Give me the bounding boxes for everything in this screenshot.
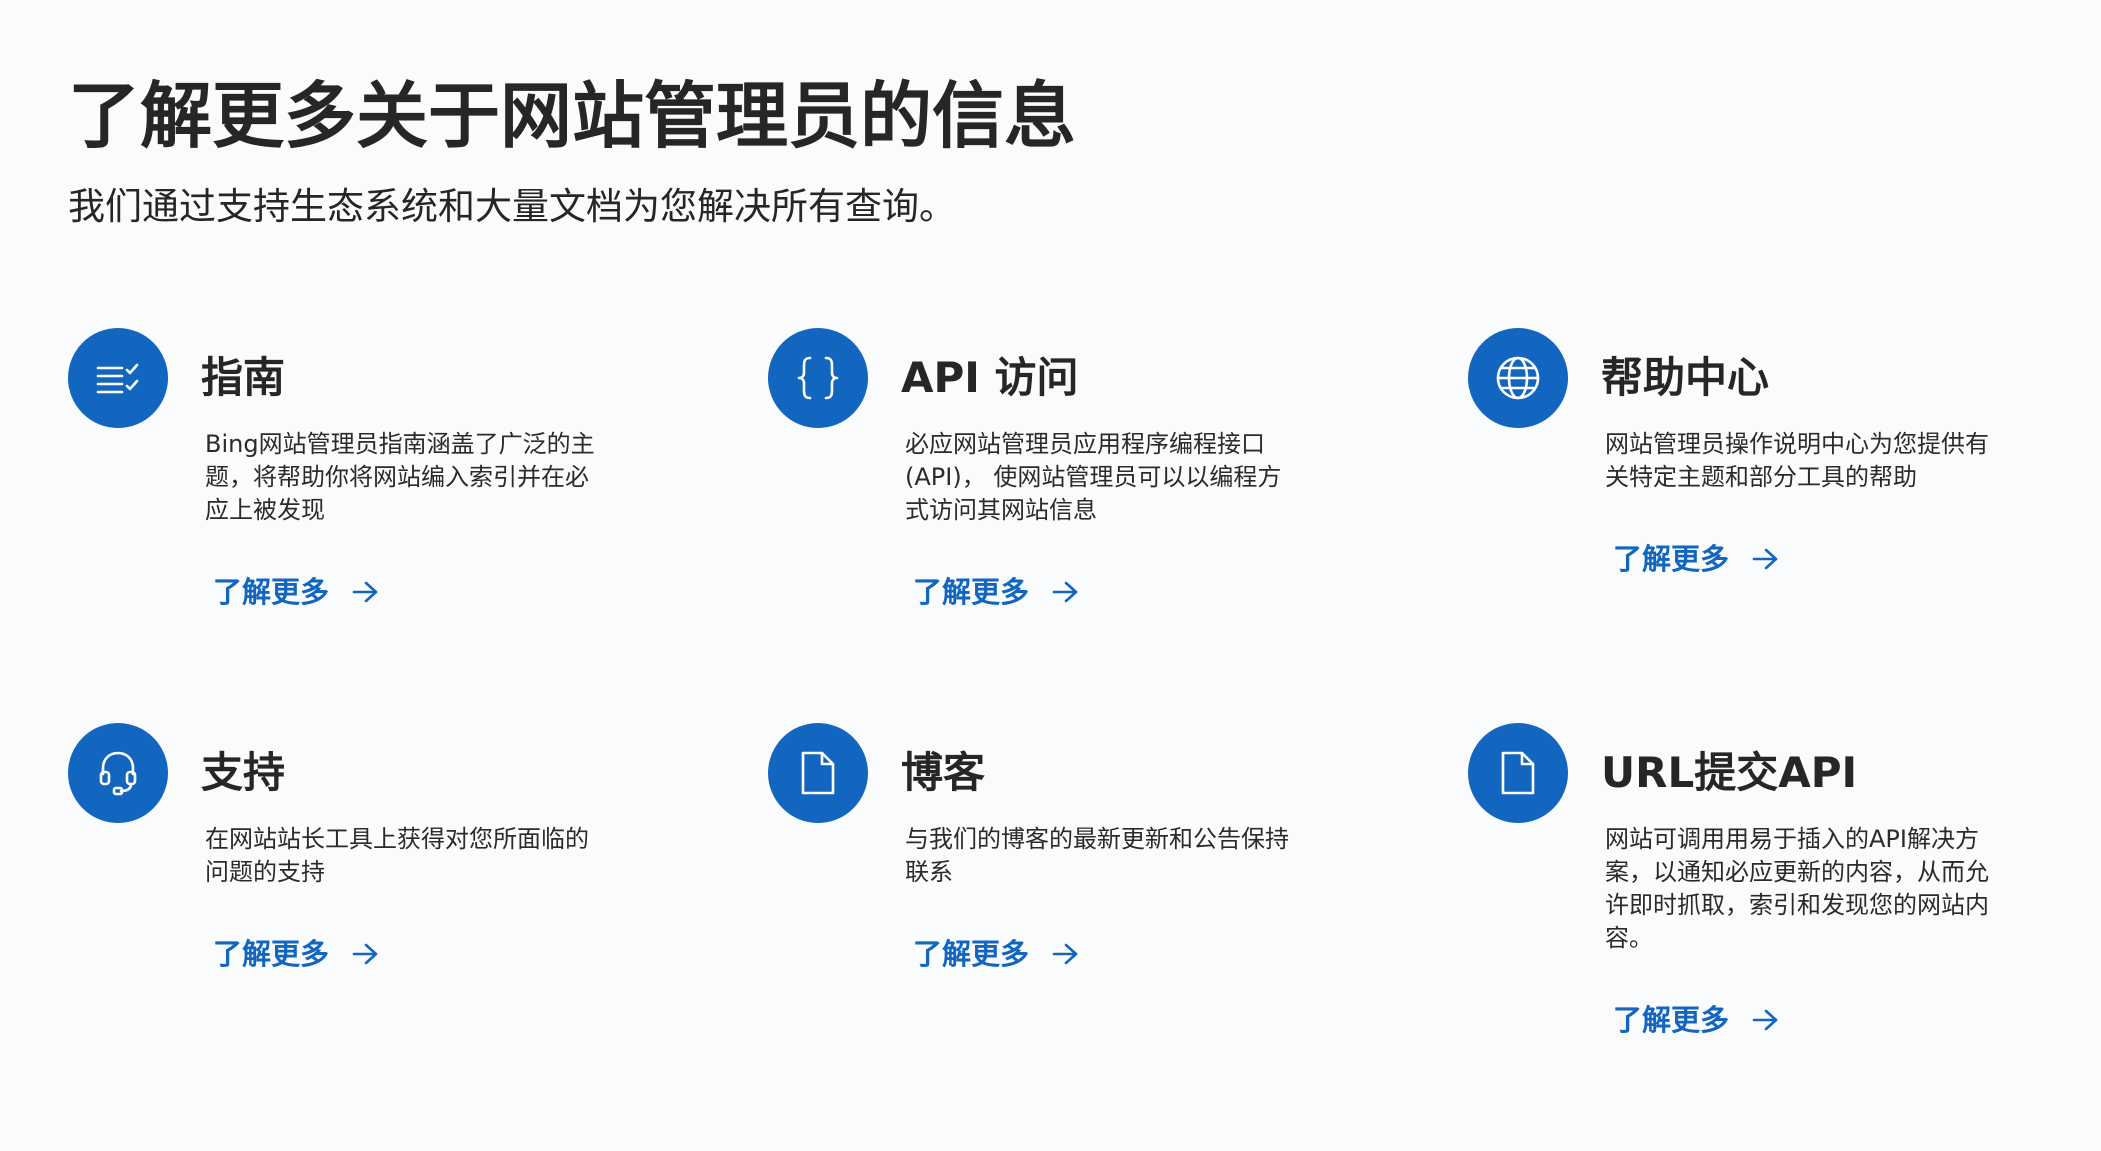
learn-more-label: 了解更多: [213, 937, 330, 971]
document-icon: [1468, 723, 1568, 823]
card-title: 帮助中心: [1601, 353, 1770, 402]
learn-more-link[interactable]: 了解更多: [213, 934, 379, 974]
card-title: 博客: [901, 748, 986, 797]
page-title: 了解更多关于网站管理员的信息: [68, 74, 1077, 158]
globe-icon: [1468, 328, 1568, 428]
arrow-right-icon: [1752, 1009, 1778, 1031]
arrow-right-icon: [1052, 943, 1078, 965]
learn-more-label: 了解更多: [213, 575, 330, 609]
learn-more-link[interactable]: 了解更多: [213, 572, 379, 612]
page-subtitle: 我们通过支持生态系统和大量文档为您解决所有查询。: [68, 185, 956, 228]
card-title: 指南: [201, 353, 286, 402]
arrow-right-icon: [1052, 581, 1078, 603]
learn-more-link[interactable]: 了解更多: [913, 934, 1079, 974]
card-description: 网站可调用用易于插入的API解决方案，以通知必应更新的内容，从而允许即时抓取，索…: [1605, 825, 1989, 952]
card-description: 网站管理员操作说明中心为您提供有关特定主题和部分工具的帮助: [1605, 430, 1989, 491]
list-check-icon: [68, 328, 168, 428]
learn-more-link[interactable]: 了解更多: [1613, 539, 1779, 579]
arrow-right-icon: [352, 581, 378, 603]
learn-more-link[interactable]: 了解更多: [913, 572, 1079, 612]
curly-braces-icon: [768, 328, 868, 428]
document-icon: [768, 723, 868, 823]
learn-more-link[interactable]: 了解更多: [1613, 1000, 1779, 1040]
card-title: URL提交API: [1601, 748, 1858, 797]
learn-more-label: 了解更多: [913, 575, 1030, 609]
card-description: 在网站站长工具上获得对您所面临的问题的支持: [205, 825, 589, 886]
card-description: Bing网站管理员指南涵盖了广泛的主题，将帮助你将网站编入索引并在必应上被发现: [205, 430, 595, 524]
card-title: 支持: [201, 748, 286, 797]
learn-more-label: 了解更多: [1613, 542, 1730, 576]
arrow-right-icon: [1752, 548, 1778, 570]
learn-more-label: 了解更多: [913, 937, 1030, 971]
learn-more-section: 了解更多关于网站管理员的信息 我们通过支持生态系统和大量文档为您解决所有查询。 …: [0, 0, 2101, 1151]
card-description: 与我们的博客的最新更新和公告保持联系: [905, 825, 1289, 886]
card-description: 必应网站管理员应用程序编程接口 (API)， 使网站管理员可以以编程方式访问其网…: [905, 430, 1282, 524]
learn-more-label: 了解更多: [1613, 1003, 1730, 1037]
arrow-right-icon: [352, 943, 378, 965]
card-title: API 访问: [901, 353, 1079, 402]
headset-icon: [68, 723, 168, 823]
